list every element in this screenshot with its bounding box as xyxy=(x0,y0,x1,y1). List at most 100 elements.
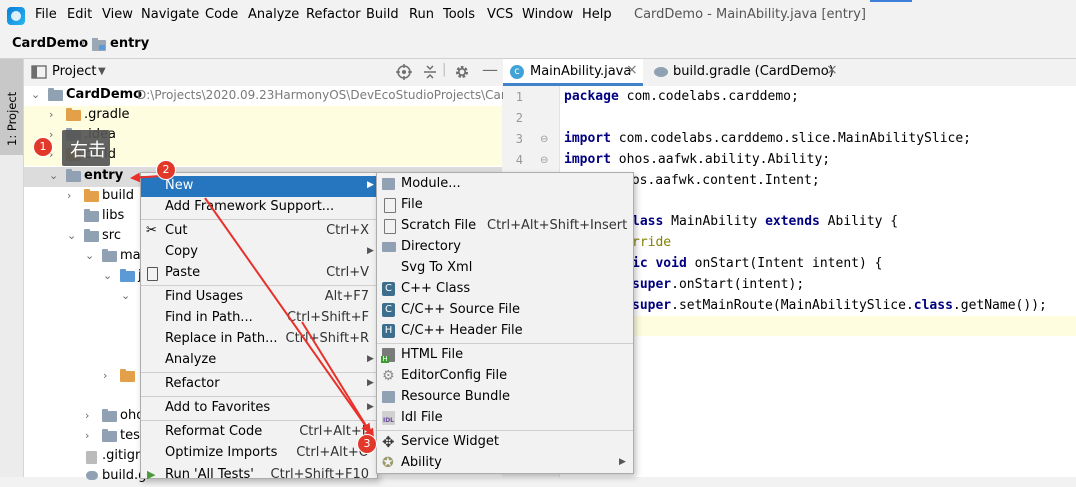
chevron-right-icon[interactable]: › xyxy=(85,409,89,422)
submenu-item-editorconfig[interactable]: ⚙ EditorConfig File xyxy=(377,366,633,387)
close-icon[interactable]: × xyxy=(626,62,638,78)
menu-item-add-to-favorites[interactable]: Add to Favorites ▶ xyxy=(141,398,377,419)
submenu-item-resource-bundle[interactable]: Resource Bundle xyxy=(377,387,633,408)
menu-edit[interactable]: Edit xyxy=(67,7,92,22)
submenu-item-cpp-class[interactable]: C C++ Class xyxy=(377,279,633,300)
chevron-down-icon[interactable]: ⌄ xyxy=(49,169,58,182)
locate-target-icon[interactable] xyxy=(396,64,412,80)
tab-label[interactable]: build.gradle (CardDemo) xyxy=(673,64,834,79)
breadcrumb-module[interactable]: entry xyxy=(110,36,149,51)
chevron-down-icon[interactable]: ⌄ xyxy=(67,229,76,242)
folder-icon xyxy=(102,429,117,442)
tree-row-root[interactable]: ⌄ CardDemo D:\Projects\2020.09.23Harmony… xyxy=(24,86,513,106)
submenu-item-html-file[interactable]: H HTML File xyxy=(377,345,633,366)
chevron-down-icon[interactable]: ⌄ xyxy=(85,249,94,262)
code-line-1: package com.codelabs.carddemo; xyxy=(564,89,799,104)
clipboard-icon xyxy=(147,267,158,281)
menu-separator xyxy=(141,285,377,286)
line-number: 2 xyxy=(515,111,523,125)
menu-item-cut[interactable]: ✂ Cut Ctrl+X xyxy=(141,221,377,242)
gear-icon: ⚙ xyxy=(382,368,395,384)
menu-separator xyxy=(377,430,633,431)
menu-vcs[interactable]: VCS xyxy=(487,7,513,22)
chevron-down-icon[interactable]: ⌄ xyxy=(121,289,130,302)
tree-item-label: src xyxy=(102,228,121,243)
menu-item-run-all-tests[interactable]: ▶ Run 'All Tests' Ctrl+Shift+F10 xyxy=(141,465,377,486)
chevron-right-icon[interactable]: › xyxy=(67,189,71,202)
tree-row-gradle[interactable]: › .gradle xyxy=(24,106,502,126)
idl-file-icon: IDL xyxy=(382,411,395,425)
submenu-item-c-header[interactable]: H C/C++ Header File xyxy=(377,321,633,342)
line-number: 4 xyxy=(515,153,523,167)
menu-build[interactable]: Build xyxy=(366,7,399,22)
submenu-arrow-icon: ▶ xyxy=(367,246,374,256)
submenu-item-svg-to-xml[interactable]: Svg To Xml xyxy=(377,258,633,279)
submenu-item-module[interactable]: Module... xyxy=(377,174,633,195)
menu-refactor[interactable]: Refactor xyxy=(306,7,361,22)
gear-icon[interactable] xyxy=(454,64,470,80)
project-view-icon xyxy=(31,65,47,79)
puzzle-icon: ✥ xyxy=(382,433,395,451)
file-icon xyxy=(384,198,396,213)
cpp-class-icon: C xyxy=(382,282,395,296)
menu-code[interactable]: Code xyxy=(205,7,238,22)
fold-marker-icon[interactable]: ⊖ xyxy=(540,155,548,166)
submenu-item-scratch-file[interactable]: Scratch File Ctrl+Alt+Shift+Insert xyxy=(377,216,633,237)
menu-item-analyze[interactable]: Analyze ▶ xyxy=(141,350,377,371)
fold-marker-icon[interactable]: ⊖ xyxy=(540,134,548,145)
tree-item-label: .gradle xyxy=(84,107,130,122)
java-class-icon: c xyxy=(510,65,524,79)
close-icon[interactable]: × xyxy=(826,62,838,78)
submenu-arrow-icon: ▶ xyxy=(367,402,374,412)
menu-separator xyxy=(141,372,377,373)
menu-item-add-framework[interactable]: Add Framework Support... xyxy=(141,197,377,218)
menu-window[interactable]: Window xyxy=(522,7,573,22)
menu-item-replace-in-path[interactable]: Replace in Path... Ctrl+Shift+R xyxy=(141,329,377,350)
menu-item-new[interactable]: New ▶ xyxy=(141,176,377,197)
chevron-down-icon[interactable]: ▼ xyxy=(98,66,106,77)
submenu-arrow-icon: ▶ xyxy=(367,354,374,364)
app-logo-icon xyxy=(7,7,25,25)
submenu-item-directory[interactable]: Directory xyxy=(377,237,633,258)
menu-item-find-usages[interactable]: Find Usages Alt+F7 xyxy=(141,287,377,308)
annotation-badge-3: 3 xyxy=(357,434,377,454)
code-line-8: rride xyxy=(632,235,672,250)
submenu-item-c-source[interactable]: C C/C++ Source File xyxy=(377,300,633,321)
folder-icon xyxy=(84,189,99,202)
menu-item-reformat-code[interactable]: Reformat Code Ctrl+Alt+L xyxy=(141,422,377,443)
submenu-item-service-widget[interactable]: ✥ Service Widget xyxy=(377,432,633,453)
submenu-item-file[interactable]: File xyxy=(377,195,633,216)
project-view-title[interactable]: Project xyxy=(52,64,96,79)
submenu-item-idl-file[interactable]: IDL Idl File xyxy=(377,408,633,429)
tree-root-name: CardDemo xyxy=(66,87,143,102)
chevron-right-icon[interactable]: › xyxy=(103,369,107,382)
menu-item-copy[interactable]: Copy ▶ xyxy=(141,242,377,263)
collapse-all-icon[interactable] xyxy=(422,64,438,80)
menu-item-find-in-path[interactable]: Find in Path... Ctrl+Shift+F xyxy=(141,308,377,329)
resource-bundle-icon xyxy=(382,391,395,403)
ability-star-icon: ✪ xyxy=(382,455,394,471)
submenu-arrow-icon: ▶ xyxy=(619,457,626,467)
menu-analyze[interactable]: Analyze xyxy=(248,7,299,22)
breadcrumb-project[interactable]: CardDemo xyxy=(12,36,88,51)
submenu-item-ability[interactable]: ✪ Ability ▶ xyxy=(377,453,633,474)
menu-item-refactor[interactable]: Refactor ▶ xyxy=(141,374,377,395)
project-tool-tab-label: 1: Project xyxy=(5,91,19,146)
menu-run[interactable]: Run xyxy=(409,7,434,22)
minimize-icon[interactable]: — xyxy=(482,60,498,79)
title-accent-line xyxy=(870,0,912,2)
window-title: CardDemo - MainAbility.java [entry] xyxy=(634,7,866,22)
menu-help[interactable]: Help xyxy=(582,7,612,22)
folder-icon xyxy=(102,409,117,422)
menu-tools[interactable]: Tools xyxy=(443,7,475,22)
menu-item-paste[interactable]: Paste Ctrl+V xyxy=(141,263,377,284)
chevron-right-icon[interactable]: › xyxy=(85,429,89,442)
menu-item-optimize-imports[interactable]: Optimize Imports Ctrl+Alt+O xyxy=(141,443,377,464)
chevron-down-icon[interactable]: ⌄ xyxy=(31,88,40,101)
chevron-down-icon[interactable]: ⌄ xyxy=(103,269,112,282)
menu-file[interactable]: File xyxy=(35,7,57,22)
chevron-right-icon[interactable]: › xyxy=(49,108,53,121)
current-line-highlight xyxy=(560,316,1076,336)
menu-navigate[interactable]: Navigate xyxy=(141,7,199,22)
menu-view[interactable]: View xyxy=(102,7,133,22)
